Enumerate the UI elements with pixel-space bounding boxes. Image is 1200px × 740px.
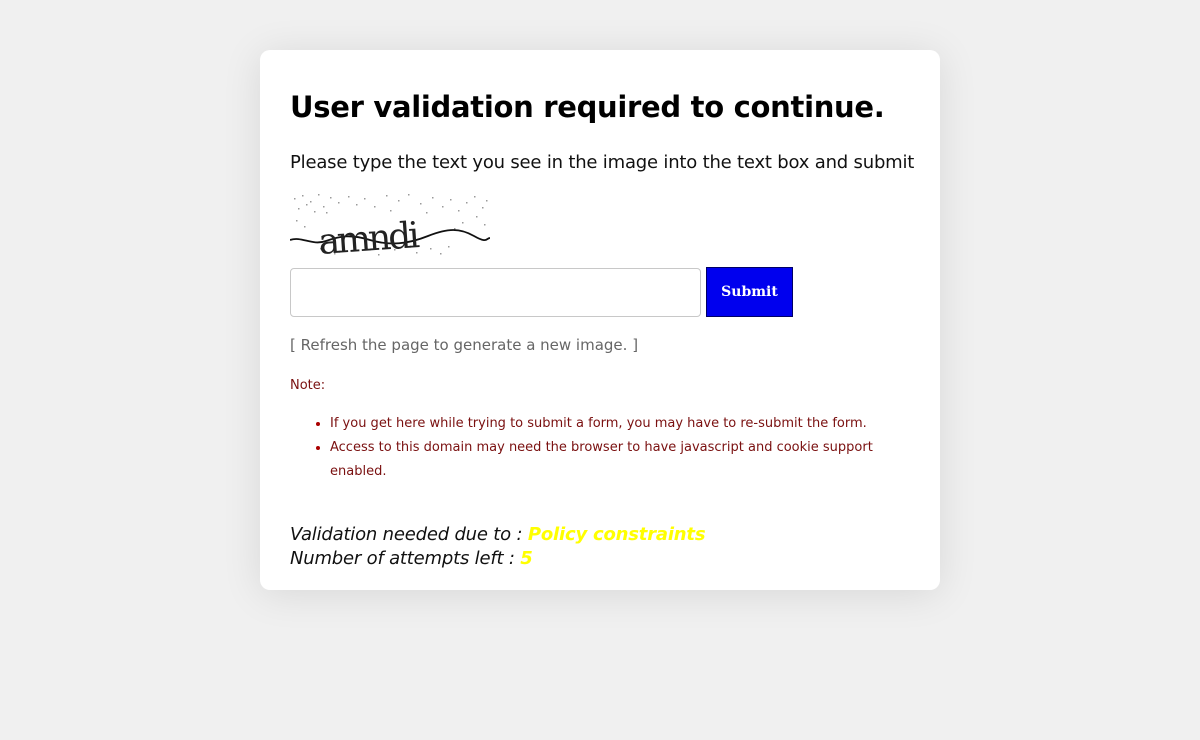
refresh-hint: [ Refresh the page to generate a new ima… [290,336,639,354]
validation-reason-value: Policy constraints [527,524,706,545]
attempts-left-value: 5 [520,548,533,569]
instructions-text: Please type the text you see in the imag… [290,152,915,173]
note-item: Access to this domain may need the brows… [330,436,890,484]
validation-reason: Validation needed due to : Policy constr… [290,523,706,547]
note-label: Note: [290,378,326,393]
note-list: If you get here while trying to submit a… [290,412,890,484]
attempts-left-label: Number of attempts left : [290,548,521,569]
validation-card: User validation required to continue. Pl… [260,50,940,590]
captcha-input[interactable] [290,268,701,317]
captcha-image: amndi [290,194,490,258]
validation-reason-label: Validation needed due to : [290,524,528,545]
page-title: User validation required to continue. [290,90,885,124]
validation-info: Validation needed due to : Policy constr… [290,523,706,571]
attempts-left: Number of attempts left : 5 [290,547,705,571]
submit-button[interactable]: Submit [706,267,793,317]
note-item: If you get here while trying to submit a… [330,412,890,436]
captcha-text: amndi [317,215,420,258]
